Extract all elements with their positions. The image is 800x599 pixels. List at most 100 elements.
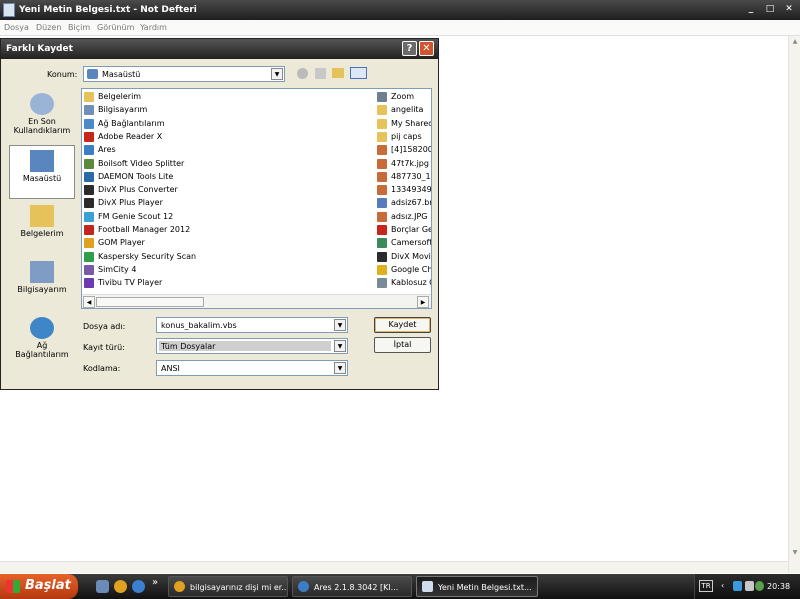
file-icon	[377, 118, 387, 129]
place-computer[interactable]: Bilgisayarım	[9, 257, 75, 311]
file-item[interactable]: 47t7k.jpg	[377, 158, 431, 171]
chevron-down-icon[interactable]: ▼	[334, 319, 346, 331]
file-item[interactable]: Ağ Bağlantılarım	[84, 118, 254, 131]
file-item[interactable]: Boilsoft Video Splitter	[84, 158, 254, 171]
file-icon	[84, 118, 94, 129]
menu-yardim[interactable]: Yardım	[140, 23, 167, 32]
vertical-scrollbar[interactable]: ▲ ▼	[788, 36, 800, 573]
file-item[interactable]: Football Manager 2012	[84, 224, 254, 237]
file-icon	[377, 278, 387, 289]
file-item[interactable]: My Shared	[377, 118, 431, 131]
scroll-right-icon[interactable]: ▶	[417, 296, 429, 308]
language-indicator[interactable]: TR	[699, 580, 713, 592]
file-name: FM Genie Scout 12	[98, 211, 174, 221]
file-item[interactable]: angelita	[377, 104, 431, 117]
task-ares[interactable]: Ares 2.1.8.3042 [Kl...	[292, 576, 412, 597]
task-notepad[interactable]: Yeni Metin Belgesi.txt...	[416, 576, 538, 597]
scroll-down-icon[interactable]: ▼	[790, 548, 800, 558]
file-item[interactable]: SimCity 4	[84, 264, 254, 277]
view-menu-icon[interactable]	[350, 67, 367, 79]
save-button[interactable]: Kaydet	[374, 317, 431, 333]
up-folder-icon[interactable]	[315, 68, 326, 79]
scroll-left-icon[interactable]: ◀	[83, 296, 95, 308]
file-item[interactable]: Bilgisayarım	[84, 104, 254, 117]
file-icon	[84, 211, 94, 222]
file-item[interactable]: pij caps	[377, 131, 431, 144]
tray-expand-icon[interactable]: ‹	[721, 581, 724, 590]
help-button[interactable]: ?	[402, 41, 417, 56]
chevron-down-icon[interactable]: ▼	[334, 362, 346, 374]
file-name: Adobe Reader X	[98, 131, 163, 141]
file-item[interactable]: Adobe Reader X	[84, 131, 254, 144]
menu-bicim[interactable]: Biçim	[68, 23, 90, 32]
file-item[interactable]: adsiz67.bm	[377, 197, 431, 210]
close-button[interactable]: ✕	[782, 3, 796, 16]
chrome-icon[interactable]	[114, 580, 127, 593]
scroll-thumb[interactable]	[96, 297, 204, 307]
filetype-select[interactable]: Tüm Dosyalar ▼	[156, 338, 348, 354]
file-icon	[377, 264, 387, 275]
file-item[interactable]: adsız.JPG	[377, 211, 431, 224]
volume-icon[interactable]	[745, 581, 754, 591]
file-item[interactable]: 133493497	[377, 184, 431, 197]
file-item[interactable]: DAEMON Tools Lite	[84, 171, 254, 184]
security-icon[interactable]	[755, 581, 764, 591]
file-item[interactable]: [4]158200	[377, 144, 431, 157]
file-item[interactable]: Google Chr	[377, 264, 431, 277]
file-icon	[377, 251, 387, 262]
task-chrome[interactable]: bilgisayarınız dişi mi er...	[168, 576, 288, 597]
maximize-button[interactable]: □	[763, 3, 777, 16]
file-icon	[84, 92, 94, 102]
folder-icon	[30, 205, 54, 227]
file-name: adsız.JPG	[391, 211, 428, 221]
file-list-scrollbar[interactable]: ◀ ▶	[82, 294, 431, 308]
file-item[interactable]: Borçlar Ger	[377, 224, 431, 237]
new-folder-icon[interactable]	[332, 68, 344, 78]
chevron-down-icon[interactable]: ▼	[271, 68, 283, 80]
horizontal-scrollbar[interactable]	[0, 561, 788, 573]
dialog-title-bar[interactable]: Farklı Kaydet ? ✕	[1, 39, 438, 59]
menu-dosya[interactable]: Dosya	[4, 23, 29, 32]
scroll-up-icon[interactable]: ▲	[790, 37, 800, 47]
file-item[interactable]: Camersoft	[377, 237, 431, 250]
minimize-button[interactable]: _	[744, 3, 758, 16]
file-item[interactable]: DivX Plus Player	[84, 197, 254, 210]
dialog-title: Farklı Kaydet	[6, 44, 73, 54]
file-item[interactable]: Tivibu TV Player	[84, 277, 254, 290]
file-icon	[84, 131, 94, 142]
menu-gorunum[interactable]: Görünüm	[97, 23, 134, 32]
notepad-title-bar[interactable]: Yeni Metin Belgesi.txt - Not Defteri _ □…	[0, 0, 800, 20]
place-recent[interactable]: En Son Kullandıklarım	[9, 89, 75, 143]
place-documents[interactable]: Belgelerim	[9, 201, 75, 255]
show-desktop-icon[interactable]	[96, 580, 109, 593]
file-item[interactable]: FM Genie Scout 12	[84, 211, 254, 224]
filename-input[interactable]: konus_bakalim.vbs ▼	[156, 317, 348, 333]
encoding-select[interactable]: ANSI ▼	[156, 360, 348, 376]
computer-icon	[30, 261, 54, 283]
file-item[interactable]: GOM Player	[84, 237, 254, 250]
network-icon[interactable]	[733, 581, 742, 591]
menu-duzen[interactable]: Düzen	[36, 23, 61, 32]
file-item[interactable]: DivX Plus Converter	[84, 184, 254, 197]
file-item[interactable]: Kaspersky Security Scan	[84, 251, 254, 264]
quick-launch-more[interactable]: »	[152, 577, 158, 588]
file-item[interactable]: Kablosuz G	[377, 277, 431, 290]
save-as-dialog: Farklı Kaydet ? ✕ Konum: Masaüstü ▼ En S…	[0, 38, 439, 390]
file-name: Kaspersky Security Scan	[98, 251, 197, 261]
chevron-down-icon[interactable]: ▼	[334, 340, 346, 352]
place-desktop[interactable]: Masaüstü	[9, 145, 75, 199]
file-item[interactable]: Belgelerim	[84, 91, 254, 104]
cancel-button[interactable]: İptal	[374, 337, 431, 353]
back-icon[interactable]	[297, 68, 308, 79]
file-list[interactable]: Belgelerim Bilgisayarım Ağ Bağlantılarım Ad…	[81, 88, 432, 309]
file-item[interactable]: Ares	[84, 144, 254, 157]
file-item[interactable]: Zoom	[377, 91, 431, 104]
start-button[interactable]: Başlat	[0, 574, 78, 599]
internet-explorer-icon[interactable]	[132, 580, 145, 593]
file-item[interactable]: 487730_10	[377, 171, 431, 184]
location-combo[interactable]: Masaüstü ▼	[83, 66, 285, 82]
notepad-title: Yeni Metin Belgesi.txt - Not Defteri	[19, 5, 197, 15]
dialog-close-button[interactable]: ✕	[419, 41, 434, 56]
file-item[interactable]: DivX Movie	[377, 251, 431, 264]
place-network[interactable]: Ağ Bağlantılarım	[9, 313, 75, 367]
